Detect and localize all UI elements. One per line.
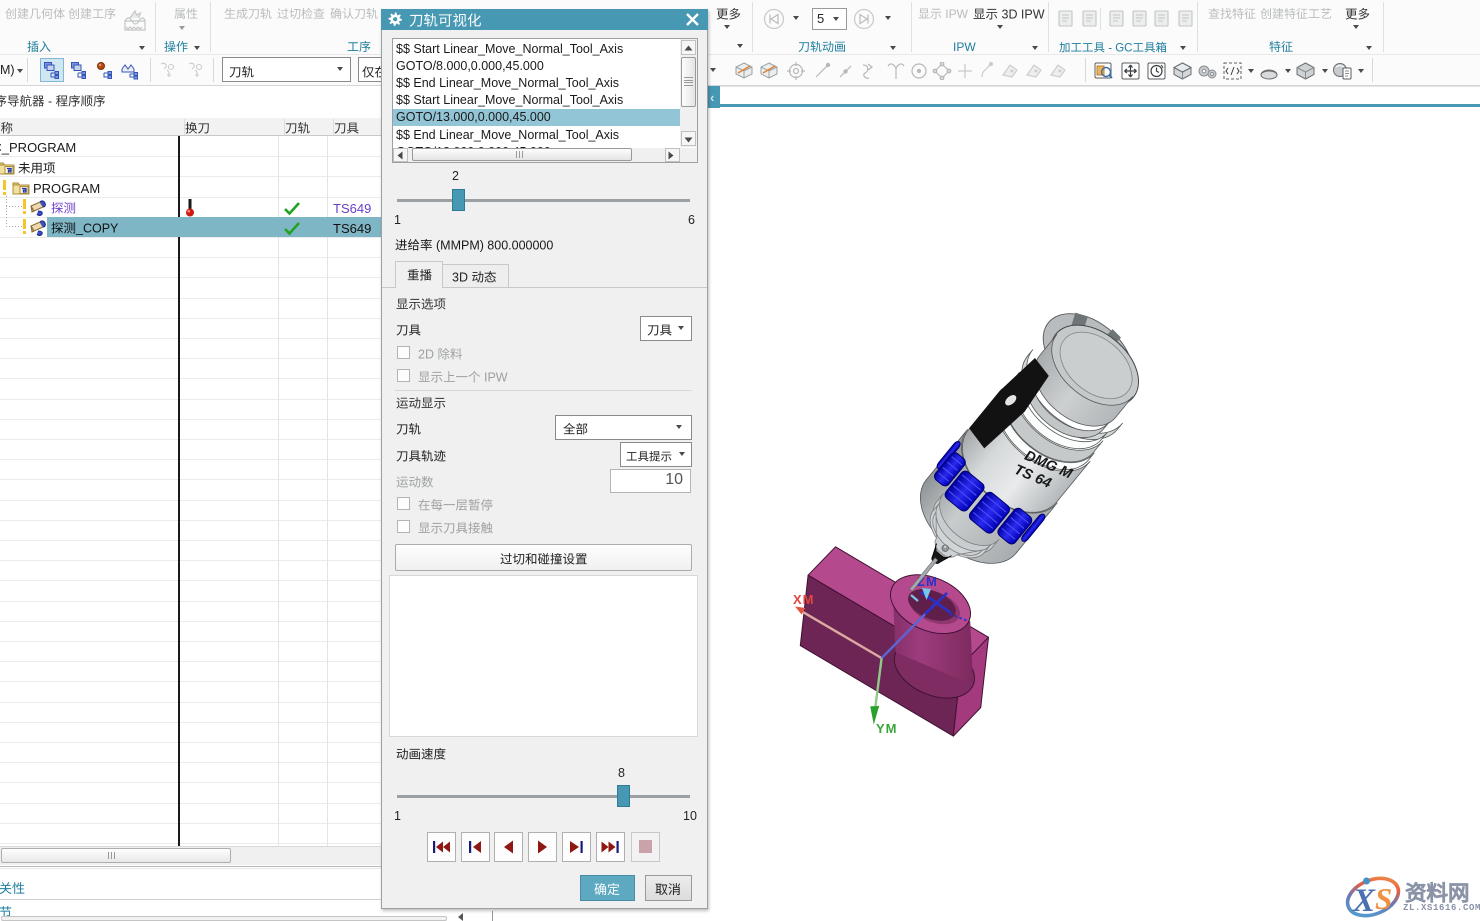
svg-text:800.000000: 800.000000 — [487, 238, 553, 252]
svg-text:IPW: IPW — [945, 7, 968, 21]
svg-text:X: X — [1352, 883, 1376, 919]
svg-text:IPW: IPW — [953, 40, 976, 54]
svg-text:IPW: IPW — [1021, 7, 1045, 21]
svg-text:(MMPM): (MMPM) — [436, 238, 484, 252]
svg-text:S: S — [1375, 881, 1392, 916]
svg-text:2D: 2D — [418, 347, 434, 361]
svg-text:3D: 3D — [1002, 7, 1018, 21]
svg-text:GC: GC — [1115, 42, 1132, 54]
svg-text:IPW: IPW — [484, 370, 508, 384]
svg-text:-: - — [1108, 42, 1112, 54]
svg-text:_COPY: _COPY — [75, 221, 119, 235]
svg-text:-: - — [48, 94, 52, 108]
svg-text:3D: 3D — [452, 270, 468, 284]
